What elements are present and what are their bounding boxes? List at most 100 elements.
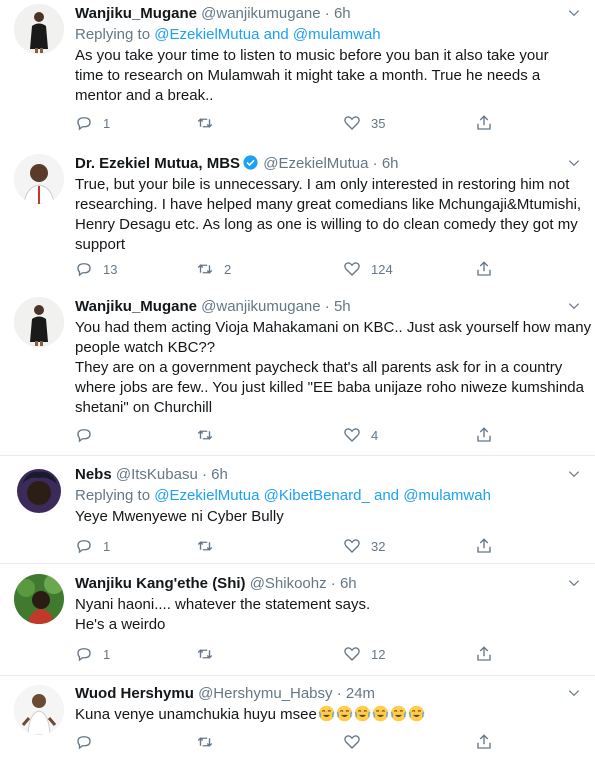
mention-link[interactable]: @mulamwah [403,487,491,504]
replying-to: Replying to @EzekielMutua and @mulamwah [75,25,581,45]
face-with-tears-of-joy-emoji [408,705,425,722]
retweet-button[interactable] [196,113,224,133]
tweet-text-line: researching. I have helped many great co… [75,196,582,213]
like-count: 4 [371,427,379,443]
reply-count: 1 [103,115,111,131]
tweet-text-line: Henry Desagu etc. As long as one is will… [75,216,578,233]
retweet-button[interactable] [196,536,224,556]
retweet-icon [197,118,213,128]
share-button[interactable] [475,732,493,752]
tweet[interactable]: Wuod Hershymu @Hershymu_Habsy · 24m Kuna… [0,675,595,757]
tweet[interactable]: Wanjiku_Mugane @wanjikumugane · 6h Reply… [0,0,595,142]
verified-badge-icon [243,155,258,170]
avatar[interactable] [14,4,64,54]
like-button[interactable] [343,732,371,752]
tweet-text: As you take your time to listen to music… [75,46,581,106]
avatar[interactable] [14,154,64,204]
reply-button[interactable] [75,732,103,752]
retweet-button[interactable] [196,425,224,445]
like-count: 35 [371,115,386,131]
tweet-text-line: Yeye Mwenyewe ni Cyber Bully [75,508,284,525]
retweet-button[interactable] [196,732,224,752]
like-button[interactable]: 124 [343,259,393,279]
share-button[interactable] [475,113,493,133]
like-button[interactable]: 35 [343,113,385,133]
mention-link[interactable]: @EzekielMutua [154,26,259,43]
share-button[interactable] [475,536,493,556]
chevron-down-icon[interactable] [567,6,581,20]
reply-button[interactable]: 1 [75,113,110,133]
timestamp[interactable]: 5h [334,298,351,315]
chevron-down-icon[interactable] [567,299,581,313]
mention-link[interactable]: @EzekielMutua [154,487,259,504]
like-button[interactable]: 32 [343,536,385,556]
mention-link[interactable]: @mulamwah [293,26,381,43]
tweet-actions [75,732,500,752]
tweet-text-line: shetani" on Churchill [75,399,213,416]
timestamp[interactable]: 24m [346,685,375,702]
timestamp[interactable]: 6h [211,466,228,483]
retweet-icon [197,541,213,551]
chevron-down-icon[interactable] [567,467,581,481]
face-with-tears-of-joy-emoji [336,705,353,722]
user-handle[interactable]: @wanjikumugane [201,298,320,315]
retweet-icon [197,649,213,659]
tweet[interactable]: Dr. Ezekiel Mutua, MBS @EzekielMutua · 6… [0,142,595,291]
reply-button[interactable]: 13 [75,259,117,279]
share-button[interactable] [475,259,493,279]
reply-button[interactable] [75,425,103,445]
retweet-button[interactable] [196,644,224,664]
display-name[interactable]: Wanjiku Kang'ethe (Shi) [75,575,246,592]
tweet-actions: 1 32 [75,536,500,556]
chevron-down-icon[interactable] [567,686,581,700]
replying-to: Replying to @EzekielMutua @KibetBenard_ … [75,486,581,506]
timestamp[interactable]: 6h [340,575,357,592]
retweet-button[interactable]: 2 [196,259,231,279]
tweet-text-line: support [75,236,126,253]
share-button[interactable] [475,644,493,664]
heart-icon [344,539,360,553]
user-handle[interactable]: @Shikoohz [250,575,327,592]
tweet-text-line: Kuna venye unamchukia huyu msee [75,705,581,725]
heart-icon [344,116,360,130]
like-button[interactable]: 4 [343,425,378,445]
display-name[interactable]: Wuod Hershymu [75,685,194,702]
chevron-down-icon[interactable] [567,576,581,590]
tweet[interactable]: Wanjiku_Mugane @wanjikumugane · 5h You h… [0,291,595,455]
tweet-text-line: mentor and a break.. [75,87,214,104]
tweet-text-line: True, but your bile is unnecessary. I am… [75,176,570,193]
tweet-text-line: He's a weirdo [75,616,166,633]
timestamp[interactable]: 6h [334,5,351,22]
avatar[interactable] [14,297,64,347]
avatar[interactable] [14,685,64,735]
replying-prefix: Replying to [75,26,155,43]
tweet-text-content: Kuna venye unamchukia huyu msee [75,706,317,723]
avatar[interactable] [14,466,64,516]
tweet[interactable]: Wanjiku Kang'ethe (Shi) @Shikoohz · 6h N… [0,563,595,670]
retweet-icon [197,737,213,747]
face-with-tears-of-joy-emoji [318,705,335,722]
display-name[interactable]: Wanjiku_Mugane [75,5,197,22]
reply-button[interactable]: 1 [75,536,110,556]
reply-count: 1 [103,646,111,662]
mention-link[interactable]: @KibetBenard_ [264,487,370,504]
user-handle[interactable]: @Hershymu_Habsy [198,685,332,702]
reply-count: 1 [103,538,111,554]
user-handle[interactable]: @EzekielMutua [263,155,368,172]
reply-button[interactable]: 1 [75,644,110,664]
like-button[interactable]: 12 [343,644,385,664]
display-name[interactable]: Dr. Ezekiel Mutua, MBS [75,155,240,172]
share-icon [477,261,491,276]
share-button[interactable] [475,425,493,445]
like-count: 32 [371,538,386,554]
display-name[interactable]: Wanjiku_Mugane [75,298,197,315]
timestamp[interactable]: 6h [382,155,399,172]
chevron-down-icon[interactable] [567,156,581,170]
tweet-text: Yeye Mwenyewe ni Cyber Bully [75,507,581,527]
user-handle[interactable]: @ItsKubasu [116,466,198,483]
avatar[interactable] [14,574,64,624]
display-name[interactable]: Nebs [75,466,112,483]
user-handle[interactable]: @wanjikumugane [201,5,320,22]
tweet[interactable]: Nebs @ItsKubasu · 6h Replying to @Ezekie… [0,455,595,558]
face-with-tears-of-joy-emoji [354,705,371,722]
